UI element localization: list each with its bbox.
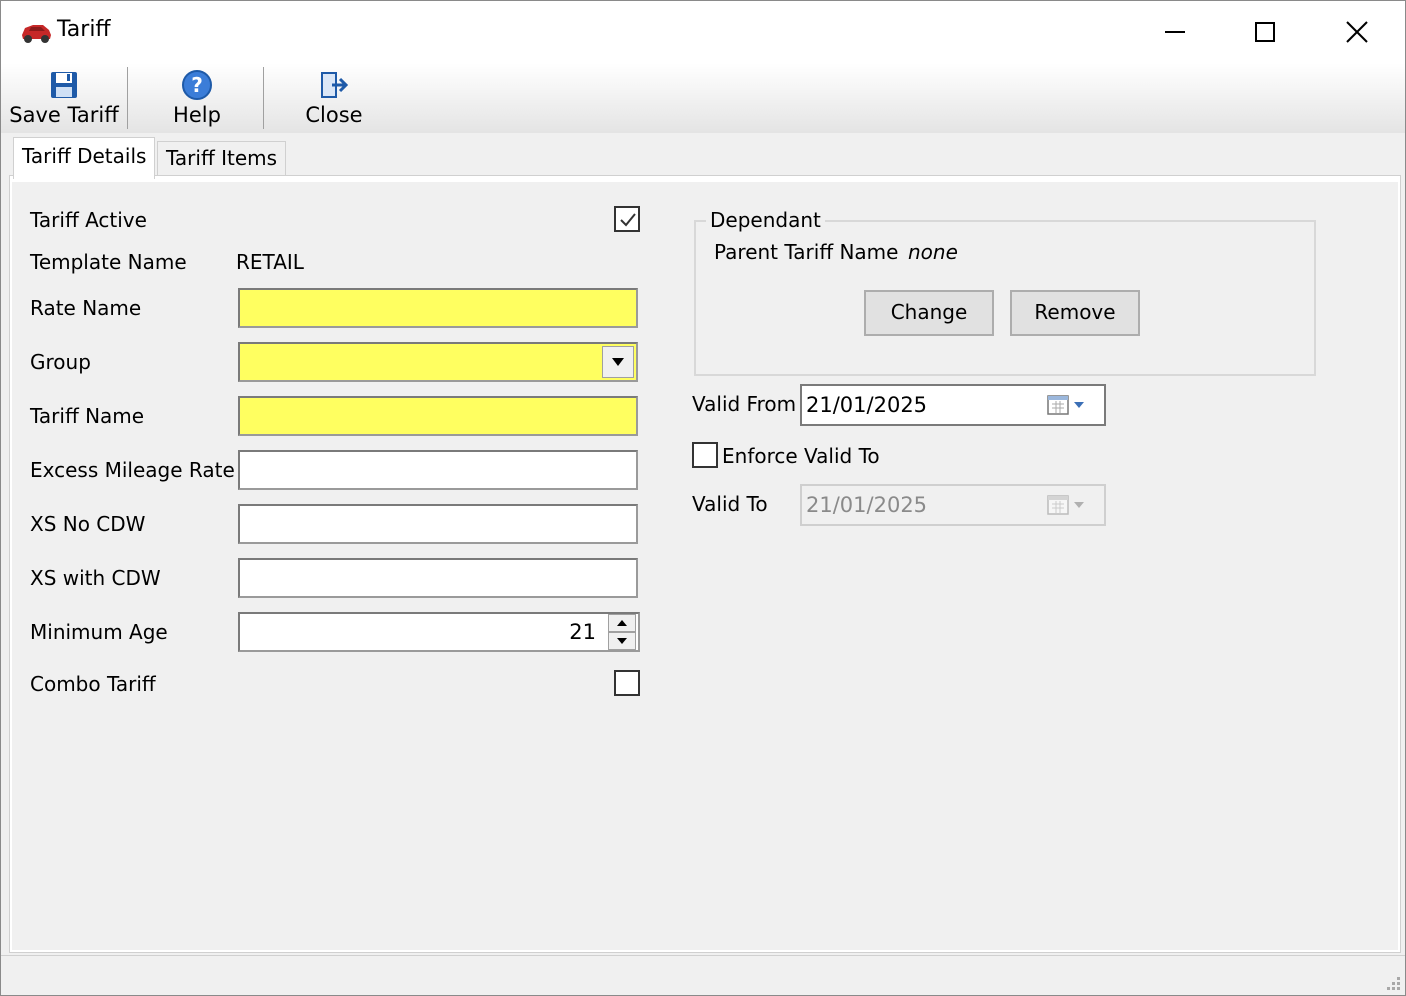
tab-tariff-details[interactable]: Tariff Details (13, 137, 156, 179)
rate-name-input[interactable] (238, 288, 638, 328)
tab-tariff-items[interactable]: Tariff Items (157, 141, 287, 175)
remove-button[interactable]: Remove (1010, 290, 1140, 336)
spin-down-button[interactable] (608, 632, 636, 650)
minimum-age-spin[interactable] (608, 614, 636, 650)
title-bar[interactable]: Tariff (1, 1, 1405, 63)
status-bar (1, 955, 1405, 995)
minimum-age-stepper[interactable]: 21 (238, 612, 640, 652)
parent-tariff-name-label: Parent Tariff Name (714, 240, 899, 264)
toolbar-separator (127, 67, 128, 129)
svg-text:?: ? (191, 73, 203, 97)
checkmark-icon (620, 213, 636, 227)
tariff-active-label: Tariff Active (30, 208, 147, 232)
parent-tariff-name-value: none (908, 240, 958, 264)
xs-no-cdw-label: XS No CDW (30, 512, 146, 536)
tab-strip: Tariff Details Tariff Items (1, 133, 1405, 179)
xs-with-cdw-label: XS with CDW (30, 566, 161, 590)
change-button[interactable]: Change (864, 290, 994, 336)
help-button[interactable]: ? Help (141, 63, 253, 133)
chevron-down-icon (617, 638, 627, 644)
dependant-title: Dependant (706, 208, 825, 232)
maximize-button[interactable] (1219, 1, 1311, 63)
minimum-age-value: 21 (569, 620, 596, 644)
template-name-value: RETAIL (236, 250, 304, 274)
rate-name-label: Rate Name (30, 296, 142, 320)
minimize-icon (1165, 31, 1185, 33)
valid-from-date-picker[interactable]: 21/01/2025 (800, 384, 1106, 426)
window-title: Tariff (57, 17, 111, 42)
excess-mileage-rate-label: Excess Mileage Rate (30, 458, 235, 482)
resize-grip-icon[interactable] (1383, 973, 1401, 991)
chevron-up-icon (617, 620, 627, 626)
combo-tariff-label: Combo Tariff (30, 672, 156, 696)
close-button[interactable]: Close (279, 63, 389, 133)
enforce-valid-to-checkbox[interactable] (692, 442, 718, 468)
calendar-icon[interactable] (1046, 393, 1092, 417)
group-select[interactable] (238, 342, 638, 382)
help-label: Help (173, 103, 221, 127)
exit-door-icon (318, 69, 350, 101)
excess-mileage-rate-input[interactable] (238, 450, 638, 490)
xs-no-cdw-input[interactable] (238, 504, 638, 544)
group-label: Group (30, 350, 91, 374)
close-icon (1346, 21, 1368, 43)
group-dropdown-button[interactable] (602, 346, 634, 378)
minimize-button[interactable] (1129, 1, 1221, 63)
valid-to-date-picker: 21/01/2025 (800, 484, 1106, 526)
valid-to-label: Valid To (692, 492, 768, 516)
toolbar-separator (263, 67, 264, 129)
close-label: Close (305, 103, 363, 127)
tariff-details-panel: Tariff Active Template Name RETAIL Rate … (9, 175, 1401, 953)
spin-up-button[interactable] (608, 614, 636, 632)
chevron-down-icon (612, 358, 624, 366)
template-name-label: Template Name (30, 250, 187, 274)
combo-tariff-checkbox[interactable] (614, 670, 640, 696)
tariff-window: Tariff Save Tariff ? Help Close Tariff D… (0, 0, 1406, 996)
close-window-button[interactable] (1311, 1, 1403, 63)
xs-with-cdw-input[interactable] (238, 558, 638, 598)
valid-to-value: 21/01/2025 (806, 493, 928, 517)
help-icon: ? (181, 69, 213, 101)
toolbar: Save Tariff ? Help Close (1, 63, 1405, 133)
calendar-icon (1046, 493, 1092, 517)
valid-from-value: 21/01/2025 (806, 393, 928, 417)
floppy-disk-icon (48, 69, 80, 101)
valid-from-label: Valid From (692, 392, 797, 416)
tariff-active-checkbox[interactable] (614, 206, 640, 232)
tariff-name-input[interactable] (238, 396, 638, 436)
save-tariff-button[interactable]: Save Tariff (5, 63, 123, 133)
tariff-name-label: Tariff Name (30, 404, 145, 428)
minimum-age-label: Minimum Age (30, 620, 168, 644)
car-icon (19, 19, 53, 45)
enforce-valid-to-label: Enforce Valid To (722, 444, 880, 468)
save-tariff-label: Save Tariff (9, 103, 119, 127)
maximize-icon (1255, 22, 1275, 42)
